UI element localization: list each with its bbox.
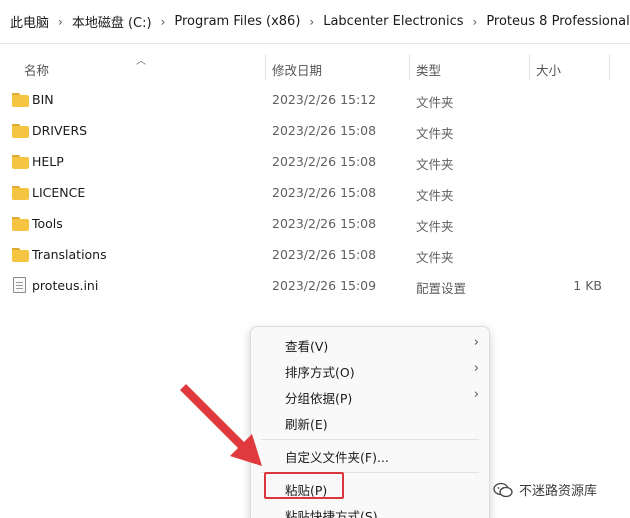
menu-item-label: 查看(V) xyxy=(285,339,329,354)
menu-separator xyxy=(261,439,479,440)
file-date: 2023/2/26 15:09 xyxy=(272,278,377,293)
folder-icon xyxy=(12,217,29,231)
column-header-date[interactable]: 修改日期 xyxy=(272,60,322,79)
file-date: 2023/2/26 15:08 xyxy=(272,154,377,169)
menu-item-label: 自定义文件夹(F)... xyxy=(285,450,389,465)
file-date: 2023/2/26 15:08 xyxy=(272,123,377,138)
menu-item-refresh[interactable]: 刷新(E) xyxy=(251,409,489,435)
file-name: HELP xyxy=(32,154,64,169)
file-name: BIN xyxy=(32,92,54,107)
file-type: 文件夹 xyxy=(416,126,454,141)
file-size: 1 KB xyxy=(573,278,602,293)
column-header-type[interactable]: 类型 xyxy=(416,60,441,79)
breadcrumb-local-disk[interactable]: 本地磁盘 (C:) xyxy=(72,12,152,31)
file-name: LICENCE xyxy=(32,185,86,200)
file-row[interactable]: proteus.ini 2023/2/26 15:09 配置设置 1 KB xyxy=(0,272,630,300)
file-type: 文件夹 xyxy=(416,219,454,234)
menu-item-label: 分组依据(P) xyxy=(285,391,353,406)
menu-item-sort[interactable]: 排序方式(O) › xyxy=(251,357,489,383)
menu-item-customize-folder[interactable]: 自定义文件夹(F)... xyxy=(251,442,489,468)
paste-highlight-box xyxy=(264,472,344,499)
wechat-icon xyxy=(493,482,513,497)
column-divider[interactable] xyxy=(409,54,410,80)
menu-item-label: 排序方式(O) xyxy=(285,365,355,380)
file-type: 文件夹 xyxy=(416,95,454,110)
chevron-right-icon[interactable]: › xyxy=(473,15,478,29)
column-divider[interactable] xyxy=(609,54,610,80)
chevron-right-icon[interactable]: › xyxy=(309,15,314,29)
file-row[interactable]: LICENCE 2023/2/26 15:08 文件夹 xyxy=(0,179,630,207)
breadcrumb-proteus[interactable]: Proteus 8 Professional xyxy=(486,14,629,29)
watermark-text: 不迷路资源库 xyxy=(519,484,598,499)
chevron-right-icon: › xyxy=(473,361,479,376)
file-name: Tools xyxy=(32,216,63,231)
file-name: proteus.ini xyxy=(32,278,99,293)
folder-icon xyxy=(12,155,29,169)
file-type: 文件夹 xyxy=(416,188,454,203)
file-type: 文件夹 xyxy=(416,157,454,172)
menu-item-group[interactable]: 分组依据(P) › xyxy=(251,383,489,409)
ini-file-icon xyxy=(13,277,26,293)
file-type: 文件夹 xyxy=(416,250,454,265)
menu-item-label: 粘贴快捷方式(S) xyxy=(285,509,378,518)
file-row[interactable]: HELP 2023/2/26 15:08 文件夹 xyxy=(0,148,630,176)
chevron-right-icon: › xyxy=(473,387,479,402)
menu-item-view[interactable]: 查看(V) › xyxy=(251,331,489,357)
file-row[interactable]: BIN 2023/2/26 15:12 文件夹 xyxy=(0,86,630,114)
address-bar[interactable]: 此电脑 › 本地磁盘 (C:) › Program Files (x86) › … xyxy=(0,0,630,44)
breadcrumb-this-pc[interactable]: 此电脑 xyxy=(10,12,49,31)
folder-icon xyxy=(12,93,29,107)
file-row[interactable]: Translations 2023/2/26 15:08 文件夹 xyxy=(0,241,630,269)
file-date: 2023/2/26 15:08 xyxy=(272,185,377,200)
column-header-row: ︿ 名称 修改日期 类型 大小 xyxy=(0,52,630,82)
folder-icon xyxy=(12,248,29,262)
column-divider[interactable] xyxy=(529,54,530,80)
file-date: 2023/2/26 15:08 xyxy=(272,247,377,262)
chevron-right-icon: › xyxy=(473,335,479,350)
watermark: 不迷路资源库 xyxy=(493,480,597,499)
menu-item-paste-shortcut[interactable]: 粘贴快捷方式(S) xyxy=(251,501,489,518)
breadcrumb-labcenter[interactable]: Labcenter Electronics xyxy=(323,14,463,29)
file-type: 配置设置 xyxy=(416,281,467,296)
sort-ascending-icon: ︿ xyxy=(136,56,146,67)
column-header-size[interactable]: 大小 xyxy=(536,60,561,79)
file-name: Translations xyxy=(32,247,107,262)
file-row[interactable]: Tools 2023/2/26 15:08 文件夹 xyxy=(0,210,630,238)
folder-icon xyxy=(12,186,29,200)
file-date: 2023/2/26 15:12 xyxy=(272,92,377,107)
file-row[interactable]: DRIVERS 2023/2/26 15:08 文件夹 xyxy=(0,117,630,145)
column-header-name[interactable]: 名称 xyxy=(24,60,49,79)
column-divider[interactable] xyxy=(265,54,266,80)
file-name: DRIVERS xyxy=(32,123,88,138)
chevron-right-icon[interactable]: › xyxy=(58,15,63,29)
chevron-right-icon[interactable]: › xyxy=(161,15,166,29)
menu-item-label: 刷新(E) xyxy=(285,417,328,432)
folder-icon xyxy=(12,124,29,138)
breadcrumb-program-files[interactable]: Program Files (x86) xyxy=(174,14,300,29)
file-date: 2023/2/26 15:08 xyxy=(272,216,377,231)
